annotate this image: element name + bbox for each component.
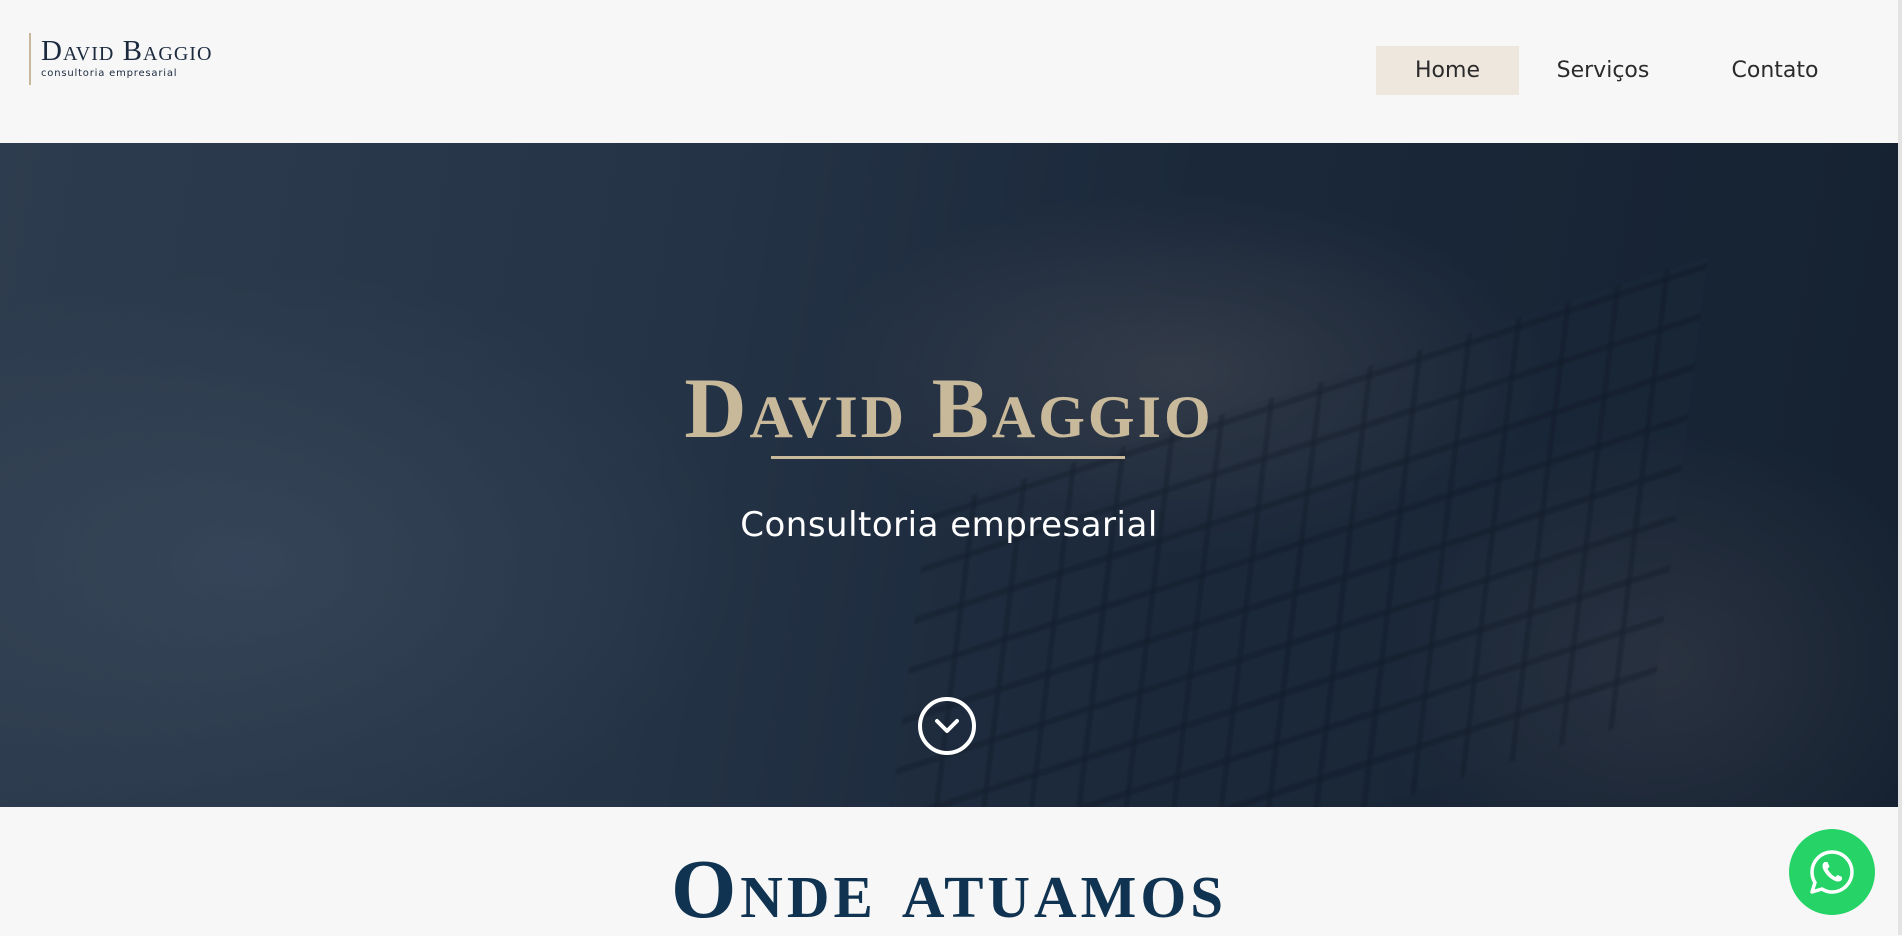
section-title: Onde atuamos [670, 843, 1228, 936]
logo-tagline: consultoria empresarial [41, 68, 178, 79]
hero-subtitle: Consultoria empresarial [740, 505, 1158, 545]
scroll-down-button[interactable] [918, 697, 976, 755]
site-header: David Baggio consultoria empresarial Hom… [0, 0, 1902, 143]
nav-item-home[interactable]: Home [1376, 46, 1519, 95]
nav-item-servicos[interactable]: Serviços [1536, 46, 1670, 95]
hero-title-underline [771, 456, 1125, 459]
whatsapp-button[interactable] [1789, 829, 1875, 915]
page-scrollbar[interactable] [1898, 0, 1902, 935]
logo-name: David Baggio [41, 35, 213, 67]
chevron-down-icon [935, 719, 959, 733]
hero-banner: David Baggio Consultoria empresarial [0, 143, 1898, 807]
whatsapp-icon [1810, 850, 1854, 894]
nav-item-contato[interactable]: Contato [1707, 46, 1843, 95]
site-logo[interactable]: David Baggio consultoria empresarial [29, 33, 212, 85]
hero-title: David Baggio [684, 360, 1214, 456]
